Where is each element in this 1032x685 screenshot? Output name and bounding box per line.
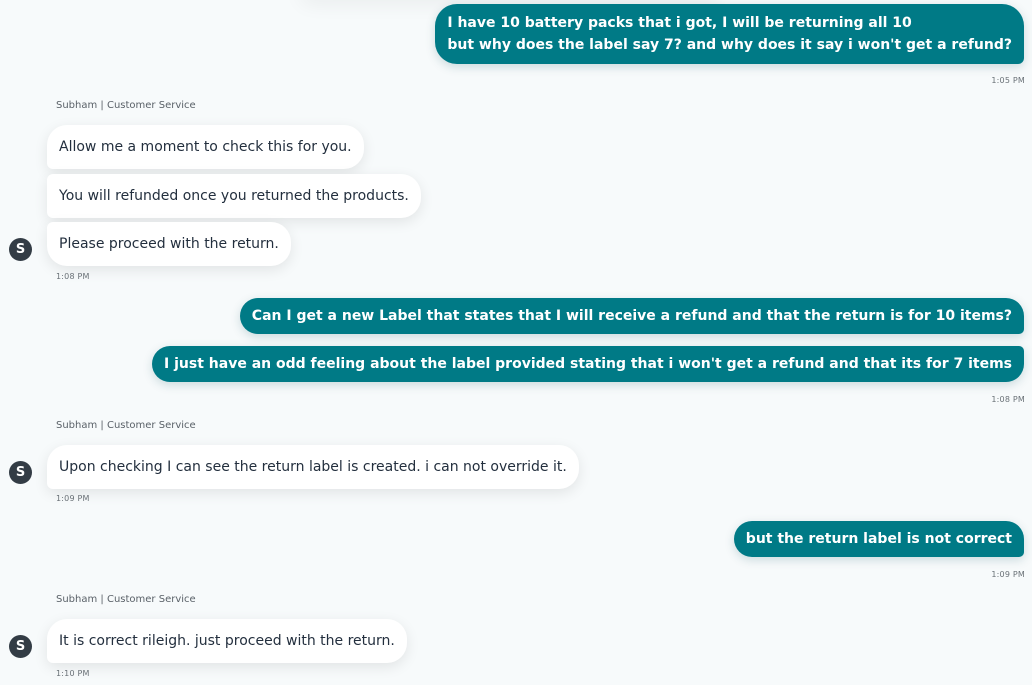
message-timestamp: 1:05 PM (991, 76, 1025, 85)
message-line: but why does the label say 7? and why do… (447, 37, 1012, 53)
agent-message-bubble: Please proceed with the return. (47, 222, 291, 266)
agent-avatar: S (9, 461, 32, 484)
message-text: You will refunded once you returned the … (59, 188, 409, 204)
agent-sender-name: Subham | Customer Service (56, 594, 196, 605)
message-timestamp: 1:09 PM (56, 494, 90, 503)
message-text: Allow me a moment to check this for you. (59, 139, 352, 155)
agent-avatar: S (9, 238, 32, 261)
agent-sender-name: Subham | Customer Service (56, 420, 196, 431)
message-text: I just have an odd feeling about the lab… (164, 356, 1012, 372)
agent-avatar: S (9, 635, 32, 658)
chat-transcript: I have 10 battery packs that i got, I wi… (0, 0, 1032, 685)
customer-message-bubble: I just have an odd feeling about the lab… (152, 346, 1024, 382)
customer-message-bubble: I have 10 battery packs that i got, I wi… (435, 4, 1024, 64)
agent-message-bubble: Upon checking I can see the return label… (47, 445, 579, 489)
message-timestamp: 1:08 PM (991, 395, 1025, 404)
customer-message-bubble: but the return label is not correct (733, 521, 1024, 557)
agent-sender-name: Subham | Customer Service (56, 100, 196, 111)
customer-message-bubble: Can I get a new Label that states that I… (239, 298, 1024, 334)
message-text: Please proceed with the return. (59, 236, 279, 252)
agent-message-bubble: It is correct rileigh. just proceed with… (47, 619, 407, 663)
message-text: Upon checking I can see the return label… (59, 459, 567, 475)
agent-message-bubble: You will refunded once you returned the … (47, 174, 421, 218)
message-timestamp: 1:10 PM (56, 669, 90, 678)
message-line: I have 10 battery packs that i got, I wi… (447, 15, 912, 31)
message-text: It is correct rileigh. just proceed with… (59, 633, 395, 649)
message-timestamp: 1:08 PM (56, 272, 90, 281)
agent-message-bubble: Allow me a moment to check this for you. (47, 125, 364, 169)
message-text: Can I get a new Label that states that I… (251, 308, 1012, 324)
message-timestamp: 1:09 PM (991, 570, 1025, 579)
message-text: but the return label is not correct (745, 531, 1012, 547)
